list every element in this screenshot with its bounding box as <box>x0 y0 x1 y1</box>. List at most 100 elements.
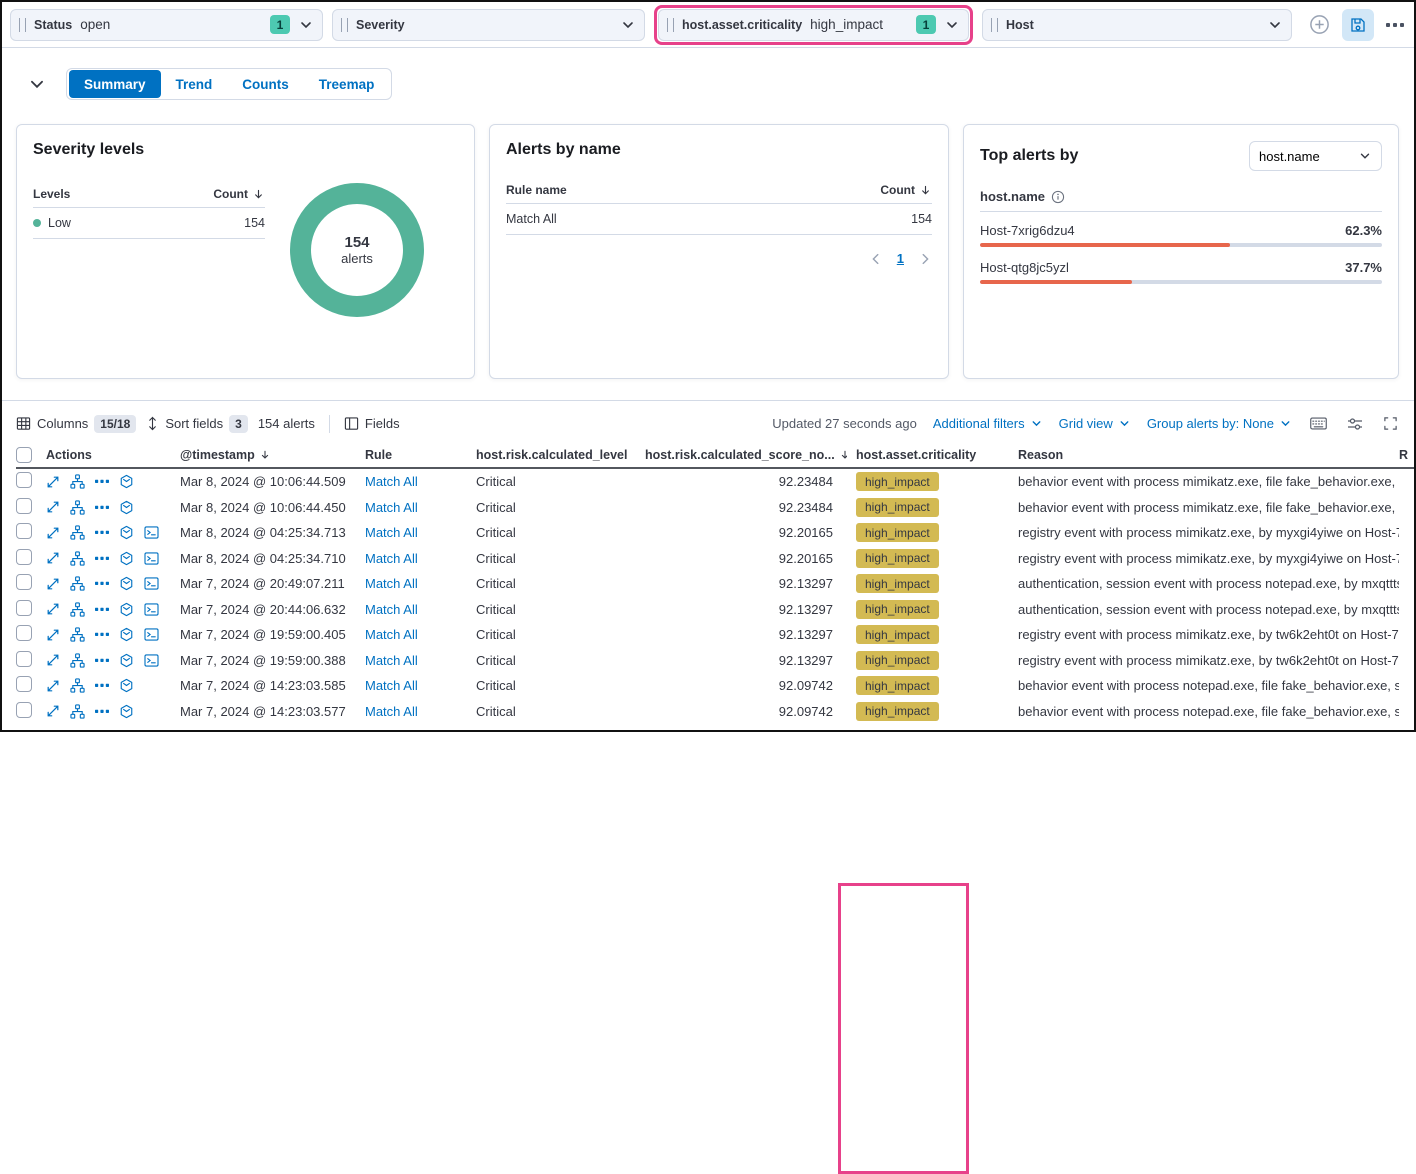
header-rule[interactable]: Rule <box>365 448 476 462</box>
collapse-section-button[interactable] <box>26 73 48 95</box>
row-checkbox[interactable] <box>16 472 32 488</box>
filter-severity[interactable]: Severity <box>332 9 645 41</box>
investigate-in-timeline-icon[interactable] <box>119 576 134 591</box>
prev-page-icon[interactable] <box>869 252 883 266</box>
expand-alert-icon[interactable] <box>46 704 60 718</box>
analyze-event-icon[interactable] <box>70 678 85 693</box>
expand-alert-icon[interactable] <box>46 526 60 540</box>
session-view-icon[interactable] <box>144 603 159 616</box>
row-checkbox[interactable] <box>16 498 32 514</box>
tab-trend[interactable]: Trend <box>161 70 228 98</box>
filter-bar-more-button[interactable] <box>1384 20 1406 30</box>
header-cut-off[interactable]: R <box>1399 448 1414 462</box>
more-actions-icon[interactable] <box>95 709 109 714</box>
row-checkbox[interactable] <box>16 702 32 718</box>
analyze-event-icon[interactable] <box>70 627 85 642</box>
rule-link[interactable]: Match All <box>365 576 418 591</box>
expand-alert-icon[interactable] <box>46 628 60 642</box>
analyze-event-icon[interactable] <box>70 500 85 515</box>
expand-alert-icon[interactable] <box>46 679 60 693</box>
additional-filters-dropdown[interactable]: Additional filters <box>933 416 1043 431</box>
header-criticality[interactable]: host.asset.criticality <box>847 448 1004 462</box>
session-view-icon[interactable] <box>144 526 159 539</box>
investigate-in-timeline-icon[interactable] <box>119 602 134 617</box>
drag-handle-icon[interactable] <box>667 18 674 32</box>
analyze-event-icon[interactable] <box>70 602 85 617</box>
analyze-event-icon[interactable] <box>70 704 85 719</box>
more-actions-icon[interactable] <box>95 683 109 688</box>
more-actions-icon[interactable] <box>95 658 109 663</box>
tab-summary[interactable]: Summary <box>69 70 161 98</box>
rule-link[interactable]: Match All <box>365 474 418 489</box>
more-actions-icon[interactable] <box>95 632 109 637</box>
more-actions-icon[interactable] <box>95 607 109 612</box>
filter-status[interactable]: Status open 1 <box>10 9 323 41</box>
page-number-1[interactable]: 1 <box>897 251 904 266</box>
investigate-in-timeline-icon[interactable] <box>119 704 134 719</box>
drag-handle-icon[interactable] <box>991 18 998 32</box>
add-filter-button[interactable] <box>1307 12 1332 37</box>
rule-link[interactable]: Match All <box>365 525 418 540</box>
analyze-event-icon[interactable] <box>70 653 85 668</box>
analyze-event-icon[interactable] <box>70 576 85 591</box>
rule-link[interactable]: Match All <box>365 653 418 668</box>
more-actions-icon[interactable] <box>95 479 109 484</box>
group-alerts-dropdown[interactable]: Group alerts by: None <box>1147 416 1292 431</box>
investigate-in-timeline-icon[interactable] <box>119 653 134 668</box>
rule-link[interactable]: Match All <box>365 704 418 719</box>
session-view-icon[interactable] <box>144 628 159 641</box>
rule-link[interactable]: Match All <box>365 678 418 693</box>
header-reason[interactable]: Reason <box>1004 448 1399 462</box>
display-options-button[interactable] <box>1345 415 1365 433</box>
fields-button[interactable]: Fields <box>344 416 400 431</box>
header-timestamp[interactable]: @timestamp <box>180 448 255 462</box>
columns-button[interactable]: Columns 15/18 <box>16 415 136 433</box>
row-checkbox[interactable] <box>16 600 32 616</box>
row-checkbox[interactable] <box>16 549 32 565</box>
expand-alert-icon[interactable] <box>46 577 60 591</box>
rule-link[interactable]: Match All <box>365 627 418 642</box>
rule-link[interactable]: Match All <box>365 551 418 566</box>
analyze-event-icon[interactable] <box>70 525 85 540</box>
save-query-button[interactable] <box>1342 9 1374 41</box>
top-alerts-field-select[interactable]: host.name <box>1249 141 1382 171</box>
filter-host[interactable]: Host <box>982 9 1292 41</box>
drag-handle-icon[interactable] <box>341 18 348 32</box>
analyze-event-icon[interactable] <box>70 551 85 566</box>
investigate-in-timeline-icon[interactable] <box>119 551 134 566</box>
investigate-in-timeline-icon[interactable] <box>119 474 134 489</box>
header-risk-score[interactable]: host.risk.calculated_score_no... <box>645 448 835 462</box>
investigate-in-timeline-icon[interactable] <box>119 500 134 515</box>
investigate-in-timeline-icon[interactable] <box>119 627 134 642</box>
expand-alert-icon[interactable] <box>46 602 60 616</box>
next-page-icon[interactable] <box>918 252 932 266</box>
row-checkbox[interactable] <box>16 625 32 641</box>
rule-link[interactable]: Match All <box>365 602 418 617</box>
header-risk-level[interactable]: host.risk.calculated_level <box>476 448 645 462</box>
rule-count-col-header[interactable]: Count <box>880 183 915 197</box>
row-checkbox[interactable] <box>16 676 32 692</box>
tab-counts[interactable]: Counts <box>227 70 304 98</box>
more-actions-icon[interactable] <box>95 556 109 561</box>
select-all-checkbox[interactable] <box>16 447 32 463</box>
more-actions-icon[interactable] <box>95 581 109 586</box>
severity-col-count[interactable]: Count <box>213 187 248 201</box>
expand-alert-icon[interactable] <box>46 653 60 667</box>
more-actions-icon[interactable] <box>95 530 109 535</box>
row-checkbox[interactable] <box>16 523 32 539</box>
expand-alert-icon[interactable] <box>46 500 60 514</box>
investigate-in-timeline-icon[interactable] <box>119 678 134 693</box>
investigate-in-timeline-icon[interactable] <box>119 525 134 540</box>
keyboard-shortcuts-button[interactable] <box>1308 415 1329 432</box>
fullscreen-button[interactable] <box>1381 414 1400 433</box>
filter-criticality[interactable]: host.asset.criticality high_impact 1 <box>658 9 969 41</box>
rule-link[interactable]: Match All <box>365 500 418 515</box>
sort-fields-button[interactable]: Sort fields 3 <box>146 415 248 433</box>
expand-alert-icon[interactable] <box>46 475 60 489</box>
tab-treemap[interactable]: Treemap <box>304 70 390 98</box>
session-view-icon[interactable] <box>144 654 159 667</box>
more-actions-icon[interactable] <box>95 505 109 510</box>
session-view-icon[interactable] <box>144 552 159 565</box>
analyze-event-icon[interactable] <box>70 474 85 489</box>
drag-handle-icon[interactable] <box>19 18 26 32</box>
